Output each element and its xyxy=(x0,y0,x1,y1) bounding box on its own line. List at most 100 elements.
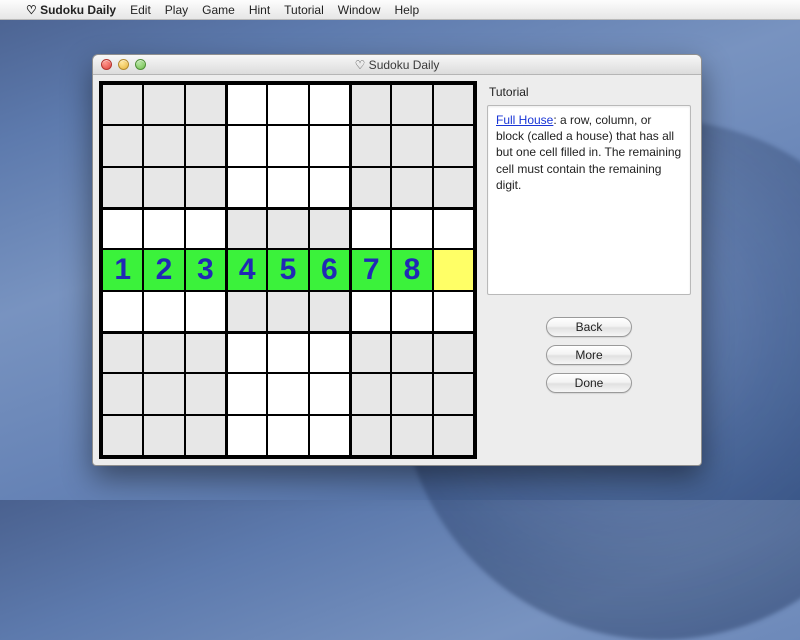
sudoku-cell[interactable] xyxy=(433,167,474,208)
sudoku-cell[interactable] xyxy=(391,291,432,332)
menubar-item[interactable]: Edit xyxy=(130,3,151,17)
zoom-icon[interactable] xyxy=(135,59,146,70)
sudoku-cell[interactable] xyxy=(102,291,143,332)
sudoku-cell[interactable] xyxy=(143,373,184,414)
sudoku-cell[interactable] xyxy=(433,125,474,166)
sudoku-cell[interactable] xyxy=(226,291,267,332)
sudoku-cell[interactable] xyxy=(391,125,432,166)
sudoku-cell[interactable] xyxy=(102,208,143,249)
sudoku-cell[interactable]: 3 xyxy=(185,249,226,290)
sudoku-cell[interactable] xyxy=(433,415,474,456)
sudoku-cell[interactable] xyxy=(350,291,391,332)
sudoku-cell[interactable]: 2 xyxy=(143,249,184,290)
window-titlebar[interactable]: ♡ Sudoku Daily xyxy=(93,55,701,75)
sudoku-cell[interactable] xyxy=(309,415,350,456)
sudoku-cell[interactable] xyxy=(433,208,474,249)
menubar-item[interactable]: Window xyxy=(338,3,381,17)
sudoku-cell[interactable] xyxy=(267,125,308,166)
tutorial-text: Full House: a row, column, or block (cal… xyxy=(487,105,691,295)
sudoku-cell[interactable] xyxy=(102,125,143,166)
sudoku-cell[interactable] xyxy=(350,125,391,166)
sudoku-cell[interactable] xyxy=(226,84,267,125)
tutorial-panel: Tutorial Full House: a row, column, or b… xyxy=(483,81,695,459)
sudoku-cell[interactable] xyxy=(433,84,474,125)
sudoku-cell[interactable] xyxy=(391,373,432,414)
sudoku-cell[interactable] xyxy=(143,167,184,208)
sudoku-cell[interactable] xyxy=(309,291,350,332)
sudoku-cell[interactable] xyxy=(391,84,432,125)
sudoku-cell[interactable] xyxy=(267,415,308,456)
tutorial-link[interactable]: Full House xyxy=(496,113,553,127)
sudoku-cell[interactable] xyxy=(350,208,391,249)
sudoku-cell[interactable] xyxy=(433,332,474,373)
sudoku-cell[interactable] xyxy=(433,291,474,332)
sudoku-cell[interactable] xyxy=(309,332,350,373)
sudoku-cell[interactable]: 4 xyxy=(226,249,267,290)
sudoku-cell[interactable] xyxy=(185,84,226,125)
sudoku-cell[interactable] xyxy=(185,167,226,208)
sudoku-cell[interactable] xyxy=(267,208,308,249)
sudoku-cell[interactable] xyxy=(143,291,184,332)
menubar-item[interactable]: Play xyxy=(165,3,188,17)
sudoku-cell[interactable] xyxy=(143,208,184,249)
sudoku-cell[interactable]: 1 xyxy=(102,249,143,290)
menubar-item[interactable]: Game xyxy=(202,3,235,17)
close-icon[interactable] xyxy=(101,59,112,70)
sudoku-cell[interactable] xyxy=(309,125,350,166)
sudoku-cell[interactable] xyxy=(185,208,226,249)
sudoku-cell[interactable] xyxy=(226,167,267,208)
sudoku-cell[interactable] xyxy=(267,291,308,332)
sudoku-cell[interactable] xyxy=(350,373,391,414)
sudoku-grid[interactable]: 12345678 xyxy=(99,81,477,459)
sudoku-cell[interactable] xyxy=(309,373,350,414)
menubar-item[interactable]: Tutorial xyxy=(284,3,324,17)
sudoku-cell[interactable] xyxy=(185,332,226,373)
back-button[interactable]: Back xyxy=(546,317,632,337)
sudoku-cell[interactable] xyxy=(102,332,143,373)
sudoku-cell[interactable] xyxy=(391,332,432,373)
sudoku-cell[interactable] xyxy=(391,415,432,456)
sudoku-cell[interactable] xyxy=(267,332,308,373)
sudoku-cell[interactable]: 5 xyxy=(267,249,308,290)
sudoku-cell[interactable] xyxy=(143,125,184,166)
sudoku-cell[interactable] xyxy=(267,84,308,125)
minimize-icon[interactable] xyxy=(118,59,129,70)
sudoku-cell[interactable] xyxy=(433,249,474,290)
sudoku-cell[interactable] xyxy=(350,415,391,456)
menubar-item[interactable]: Hint xyxy=(249,3,270,17)
sudoku-cell[interactable]: 6 xyxy=(309,249,350,290)
sudoku-cell[interactable] xyxy=(226,332,267,373)
sudoku-cell[interactable] xyxy=(102,373,143,414)
sudoku-cell[interactable] xyxy=(267,373,308,414)
sudoku-cell[interactable] xyxy=(143,84,184,125)
sudoku-cell[interactable] xyxy=(226,373,267,414)
sudoku-cell[interactable] xyxy=(391,167,432,208)
sudoku-cell[interactable] xyxy=(391,208,432,249)
sudoku-cell[interactable] xyxy=(309,84,350,125)
menubar-item[interactable]: Help xyxy=(394,3,419,17)
sudoku-cell[interactable]: 8 xyxy=(391,249,432,290)
more-button[interactable]: More xyxy=(546,345,632,365)
sudoku-cell[interactable] xyxy=(267,167,308,208)
sudoku-cell[interactable] xyxy=(350,167,391,208)
sudoku-cell[interactable] xyxy=(309,167,350,208)
sudoku-cell[interactable] xyxy=(185,373,226,414)
sudoku-cell[interactable] xyxy=(226,415,267,456)
sudoku-cell[interactable] xyxy=(350,332,391,373)
sudoku-cell[interactable] xyxy=(102,415,143,456)
sudoku-cell[interactable] xyxy=(185,415,226,456)
sudoku-cell[interactable] xyxy=(185,291,226,332)
sudoku-cell[interactable] xyxy=(433,373,474,414)
sudoku-cell[interactable] xyxy=(102,167,143,208)
sudoku-cell[interactable] xyxy=(350,84,391,125)
done-button[interactable]: Done xyxy=(546,373,632,393)
menubar-app-name[interactable]: ♡ Sudoku Daily xyxy=(26,3,116,17)
sudoku-cell[interactable] xyxy=(185,125,226,166)
sudoku-cell[interactable] xyxy=(226,125,267,166)
sudoku-cell[interactable] xyxy=(226,208,267,249)
sudoku-cell[interactable]: 7 xyxy=(350,249,391,290)
sudoku-cell[interactable] xyxy=(143,332,184,373)
sudoku-cell[interactable] xyxy=(309,208,350,249)
sudoku-cell[interactable] xyxy=(143,415,184,456)
sudoku-cell[interactable] xyxy=(102,84,143,125)
